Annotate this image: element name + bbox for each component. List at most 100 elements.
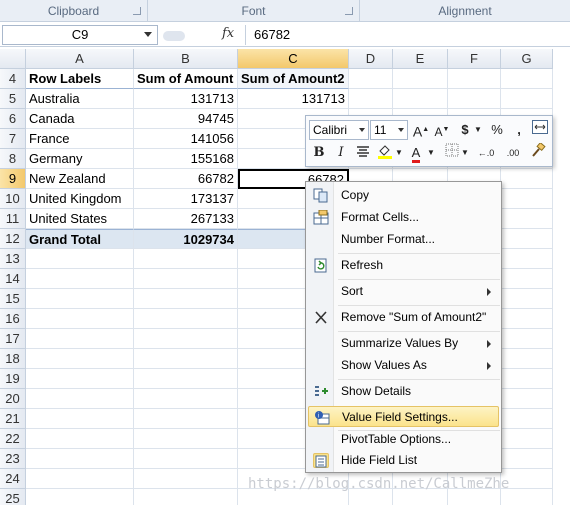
- shrink-font-button[interactable]: A▼: [433, 120, 451, 140]
- decrease-decimal-button[interactable]: .00: [501, 143, 525, 163]
- name-box[interactable]: C9: [2, 25, 158, 45]
- cell-g14[interactable]: [501, 269, 553, 289]
- cell-g17[interactable]: [501, 329, 553, 349]
- name-box-dropdown-icon[interactable]: [144, 32, 152, 37]
- grow-font-button[interactable]: A▲: [412, 120, 430, 140]
- cell-e5[interactable]: [393, 89, 448, 109]
- cell-b13[interactable]: [134, 249, 238, 269]
- row-header-9[interactable]: 9: [0, 169, 26, 189]
- pivot-value-cell[interactable]: 66782: [134, 169, 238, 189]
- column-header-d[interactable]: D: [349, 49, 393, 69]
- menu-item-remove-field[interactable]: Remove "Sum of Amount2": [308, 307, 499, 328]
- cell-a24[interactable]: [26, 469, 134, 489]
- row-header-15[interactable]: 15: [0, 289, 26, 309]
- select-all-corner[interactable]: [0, 49, 26, 69]
- row-header-22[interactable]: 22: [0, 429, 26, 449]
- row-header-23[interactable]: 23: [0, 449, 26, 469]
- pivot-value-header[interactable]: Sum of Amount2: [238, 69, 349, 89]
- bold-button[interactable]: B: [310, 143, 328, 163]
- pivot-value-cell[interactable]: 131713: [238, 89, 349, 109]
- cell-b17[interactable]: [134, 329, 238, 349]
- pivot-row-label[interactable]: Germany: [26, 149, 134, 169]
- format-painter-icon[interactable]: [528, 141, 548, 163]
- insert-function-button[interactable]: fx: [222, 26, 234, 41]
- cell-g13[interactable]: [501, 249, 553, 269]
- formula-input[interactable]: 66782: [245, 25, 568, 45]
- menu-item-refresh[interactable]: Refresh: [308, 255, 499, 276]
- cell-g22[interactable]: [501, 429, 553, 449]
- row-header-21[interactable]: 21: [0, 409, 26, 429]
- cell-g9[interactable]: [501, 169, 553, 189]
- row-header-6[interactable]: 6: [0, 109, 26, 129]
- column-header-b[interactable]: B: [134, 49, 238, 69]
- cell-a25[interactable]: [26, 489, 134, 505]
- cell-b15[interactable]: [134, 289, 238, 309]
- fill-color-icon[interactable]: [376, 143, 394, 163]
- row-header-14[interactable]: 14: [0, 269, 26, 289]
- row-header-19[interactable]: 19: [0, 369, 26, 389]
- cell-g12[interactable]: [501, 229, 553, 249]
- italic-button[interactable]: I: [332, 143, 350, 163]
- row-header-18[interactable]: 18: [0, 349, 26, 369]
- percent-style-button[interactable]: %: [488, 120, 506, 140]
- row-header-20[interactable]: 20: [0, 389, 26, 409]
- formula-bar-splitter[interactable]: [163, 31, 185, 41]
- pivot-row-label[interactable]: United Kingdom: [26, 189, 134, 209]
- column-header-g[interactable]: G: [501, 49, 553, 69]
- menu-item-summarize-values-by[interactable]: Summarize Values By: [308, 333, 499, 354]
- pivot-value-cell[interactable]: 94745: [134, 109, 238, 129]
- cell-g18[interactable]: [501, 349, 553, 369]
- cell-d5[interactable]: [349, 89, 393, 109]
- font-size-combo[interactable]: 11: [370, 120, 408, 140]
- accounting-format-button[interactable]: $: [456, 120, 474, 140]
- row-header-12[interactable]: 12: [0, 229, 26, 249]
- row-header-17[interactable]: 17: [0, 329, 26, 349]
- pivot-row-label[interactable]: New Zealand: [26, 169, 134, 189]
- pivot-value-cell[interactable]: 131713: [134, 89, 238, 109]
- pivot-row-label[interactable]: United States: [26, 209, 134, 229]
- pivot-row-label[interactable]: France: [26, 129, 134, 149]
- cell-a15[interactable]: [26, 289, 134, 309]
- font-name-combo[interactable]: Calibri: [309, 120, 369, 140]
- cell-b20[interactable]: [134, 389, 238, 409]
- menu-item-hide-field-list[interactable]: Hide Field List: [308, 450, 499, 471]
- cell-g15[interactable]: [501, 289, 553, 309]
- row-header-10[interactable]: 10: [0, 189, 26, 209]
- cell-a22[interactable]: [26, 429, 134, 449]
- cell-g23[interactable]: [501, 449, 553, 469]
- menu-item-sort[interactable]: Sort: [308, 281, 499, 302]
- cell-b22[interactable]: [134, 429, 238, 449]
- column-header-c[interactable]: C: [238, 49, 349, 69]
- menu-item-show-values-as[interactable]: Show Values As: [308, 355, 499, 376]
- pivot-value-cell[interactable]: 155168: [134, 149, 238, 169]
- cell-d4[interactable]: [349, 69, 393, 89]
- cell-a18[interactable]: [26, 349, 134, 369]
- comma-style-button[interactable]: ,: [510, 120, 528, 140]
- cell-a14[interactable]: [26, 269, 134, 289]
- cell-b21[interactable]: [134, 409, 238, 429]
- cell-b25[interactable]: [134, 489, 238, 505]
- cell-f4[interactable]: [448, 69, 501, 89]
- cell-a13[interactable]: [26, 249, 134, 269]
- cell-g20[interactable]: [501, 389, 553, 409]
- chevron-down-icon[interactable]: ▼: [461, 143, 469, 163]
- borders-icon[interactable]: [443, 143, 461, 163]
- cell-a17[interactable]: [26, 329, 134, 349]
- row-header-5[interactable]: 5: [0, 89, 26, 109]
- row-header-16[interactable]: 16: [0, 309, 26, 329]
- dialog-launcher-icon[interactable]: [345, 7, 353, 15]
- column-header-a[interactable]: A: [26, 49, 134, 69]
- grand-total-value[interactable]: 1029734: [134, 229, 238, 249]
- cell-b14[interactable]: [134, 269, 238, 289]
- center-align-icon[interactable]: [354, 143, 372, 163]
- cell-b16[interactable]: [134, 309, 238, 329]
- dialog-launcher-icon[interactable]: [133, 7, 141, 15]
- menu-item-copy[interactable]: Copy: [308, 185, 499, 206]
- merge-center-icon[interactable]: [531, 120, 549, 140]
- pivot-value-header[interactable]: Sum of Amount: [134, 69, 238, 89]
- cell-g10[interactable]: [501, 189, 553, 209]
- cell-b23[interactable]: [134, 449, 238, 469]
- grand-total-label[interactable]: Grand Total: [26, 229, 134, 249]
- pivot-row-labels-header[interactable]: Row Labels: [26, 69, 134, 89]
- pivot-row-label[interactable]: Canada: [26, 109, 134, 129]
